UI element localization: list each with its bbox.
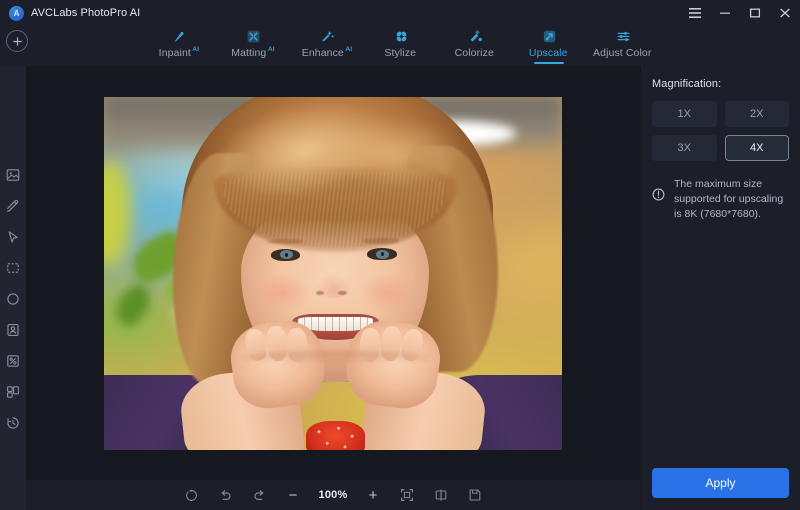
- add-circle-icon[interactable]: [6, 30, 28, 52]
- image-icon[interactable]: [4, 166, 22, 184]
- circle-icon[interactable]: [4, 290, 22, 308]
- right-panel: Magnification: 1X 2X 3X 4X The maximum s…: [640, 66, 800, 510]
- tab-ai-badge: AI: [267, 46, 275, 53]
- zoom-level-label: 100%: [318, 489, 348, 501]
- tab-enhance[interactable]: Enhance AI: [290, 26, 364, 66]
- inpaint-icon: [172, 28, 187, 45]
- redo-icon[interactable]: [242, 480, 276, 510]
- reset-icon[interactable]: [174, 480, 208, 510]
- tab-underline: [534, 62, 564, 64]
- magnification-option-1x[interactable]: 1X: [652, 101, 717, 127]
- tab-label: Inpaint: [158, 47, 191, 59]
- canvas-column: − 100% +: [26, 66, 640, 510]
- preview-image[interactable]: [104, 96, 562, 450]
- magnification-option-3x[interactable]: 3X: [652, 135, 717, 161]
- stylize-icon: [394, 28, 409, 45]
- tool-rail: [0, 66, 26, 510]
- tab-inpaint[interactable]: Inpaint AI: [142, 26, 216, 66]
- tab-label: Adjust Color: [593, 47, 652, 59]
- body: − 100% + Magnification: 1X 2X 3X 4X The …: [0, 66, 800, 510]
- history-clock-icon[interactable]: [4, 414, 22, 432]
- max-size-note: The maximum size supported for upscaling…: [652, 177, 789, 222]
- matting-icon: [246, 28, 261, 45]
- tab-ai-badge: AI: [345, 46, 353, 53]
- window-controls: [680, 0, 800, 26]
- enhance-icon: [320, 28, 335, 45]
- compare-split-icon[interactable]: [424, 480, 458, 510]
- magnification-option-4x[interactable]: 4X: [724, 135, 789, 161]
- tab-label: Enhance: [301, 47, 344, 59]
- hamburger-menu-icon[interactable]: [680, 0, 710, 26]
- upscale-icon: [542, 28, 557, 45]
- portrait-icon[interactable]: [4, 321, 22, 339]
- zoom-out-button[interactable]: −: [276, 480, 310, 510]
- minimize-icon[interactable]: [710, 0, 740, 26]
- magnification-title: Magnification:: [652, 78, 722, 90]
- avclabs-logo-icon: A: [9, 5, 24, 21]
- bottom-toolbar: − 100% +: [26, 480, 640, 510]
- rectangle-marquee-icon[interactable]: [4, 259, 22, 277]
- effect-icon[interactable]: [4, 352, 22, 370]
- zoom-in-button[interactable]: +: [356, 480, 390, 510]
- tab-bar: Inpaint AI Matting AI Enhance AI Stylize…: [142, 26, 660, 66]
- app-title: AVCLabs PhotoPro AI: [31, 7, 141, 19]
- canvas-area[interactable]: [26, 66, 640, 480]
- tab-label: Matting: [231, 47, 267, 59]
- tab-adjust-color[interactable]: Adjust Color: [586, 26, 660, 66]
- apply-button[interactable]: Apply: [652, 468, 789, 498]
- maximize-icon[interactable]: [740, 0, 770, 26]
- max-size-note-text: The maximum size supported for upscaling…: [674, 178, 784, 220]
- cursor-pointer-icon[interactable]: [4, 228, 22, 246]
- tab-colorize[interactable]: Colorize: [438, 26, 512, 66]
- info-icon: [652, 188, 666, 206]
- apply-section: Apply: [652, 468, 789, 498]
- colorize-icon: [468, 28, 483, 45]
- top-nav: Inpaint AI Matting AI Enhance AI Stylize…: [0, 26, 800, 66]
- tab-ai-badge: AI: [192, 46, 200, 53]
- tab-matting[interactable]: Matting AI: [216, 26, 290, 66]
- fit-to-screen-icon[interactable]: [390, 480, 424, 510]
- close-icon[interactable]: [770, 0, 800, 26]
- layers-icon[interactable]: [4, 383, 22, 401]
- tab-upscale[interactable]: Upscale: [512, 26, 586, 66]
- adjust-color-icon: [616, 28, 631, 45]
- tab-label: Stylize: [384, 47, 417, 59]
- magnification-option-2x[interactable]: 2X: [724, 101, 789, 127]
- tab-stylize[interactable]: Stylize: [364, 26, 438, 66]
- tab-label: Colorize: [454, 47, 494, 59]
- undo-icon[interactable]: [208, 480, 242, 510]
- app-window: A AVCLabs PhotoPro AI Inpaint AI Matting…: [0, 0, 800, 510]
- save-icon[interactable]: [458, 480, 492, 510]
- tab-label: Upscale: [528, 47, 568, 59]
- brand: A AVCLabs PhotoPro AI: [0, 5, 141, 21]
- title-bar: A AVCLabs PhotoPro AI: [0, 0, 800, 26]
- brush-icon[interactable]: [4, 197, 22, 215]
- magnification-options: 1X 2X 3X 4X: [652, 101, 789, 161]
